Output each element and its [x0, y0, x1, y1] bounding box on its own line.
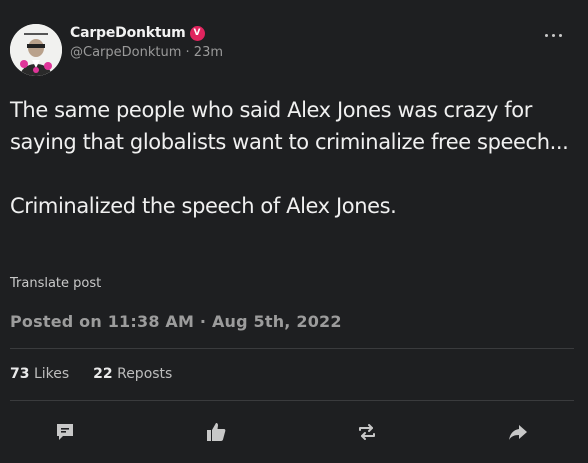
translate-post-link[interactable]: Translate post: [10, 276, 101, 291]
author-meta: @CarpeDonktum · 23m: [70, 45, 223, 60]
post-card: CarpeDonktum V @CarpeDonktum · 23m The s…: [0, 0, 588, 463]
more-dot: [545, 34, 548, 37]
author-display-name[interactable]: CarpeDonktum: [70, 25, 186, 41]
action-bar: [0, 420, 588, 444]
avatar[interactable]: [10, 24, 62, 76]
posted-timestamp: Posted on 11:38 AM · Aug 5th, 2022: [10, 312, 342, 331]
share-icon[interactable]: [506, 420, 530, 444]
reposts-stat[interactable]: 22 Reposts: [93, 366, 172, 382]
comment-icon[interactable]: [53, 420, 77, 444]
more-options-icon[interactable]: [545, 34, 562, 37]
more-dot: [559, 34, 562, 37]
reposts-label: Reposts: [117, 366, 173, 382]
divider: [10, 400, 574, 401]
thumbs-up-icon[interactable]: [204, 420, 228, 444]
post-time-ago[interactable]: 23m: [194, 45, 223, 60]
divider: [10, 348, 574, 349]
meta-separator: ·: [185, 45, 190, 60]
reposts-count: 22: [93, 366, 113, 382]
likes-count: 73: [10, 366, 30, 382]
engagement-stats: 73 Likes 22 Reposts: [10, 366, 172, 382]
repost-icon[interactable]: [355, 420, 379, 444]
likes-label: Likes: [33, 366, 70, 382]
author-handle[interactable]: @CarpeDonktum: [70, 45, 181, 60]
more-dot: [552, 34, 555, 37]
author-row: CarpeDonktum V: [70, 25, 205, 41]
post-paragraph: Criminalized the speech of Alex Jones.: [10, 194, 397, 218]
likes-stat[interactable]: 73 Likes: [10, 366, 69, 382]
avatar-image: [10, 24, 62, 76]
post-paragraph: The same people who said Alex Jones was …: [10, 98, 569, 154]
post-body: The same people who said Alex Jones was …: [10, 94, 575, 222]
verified-badge-icon: V: [189, 25, 205, 41]
